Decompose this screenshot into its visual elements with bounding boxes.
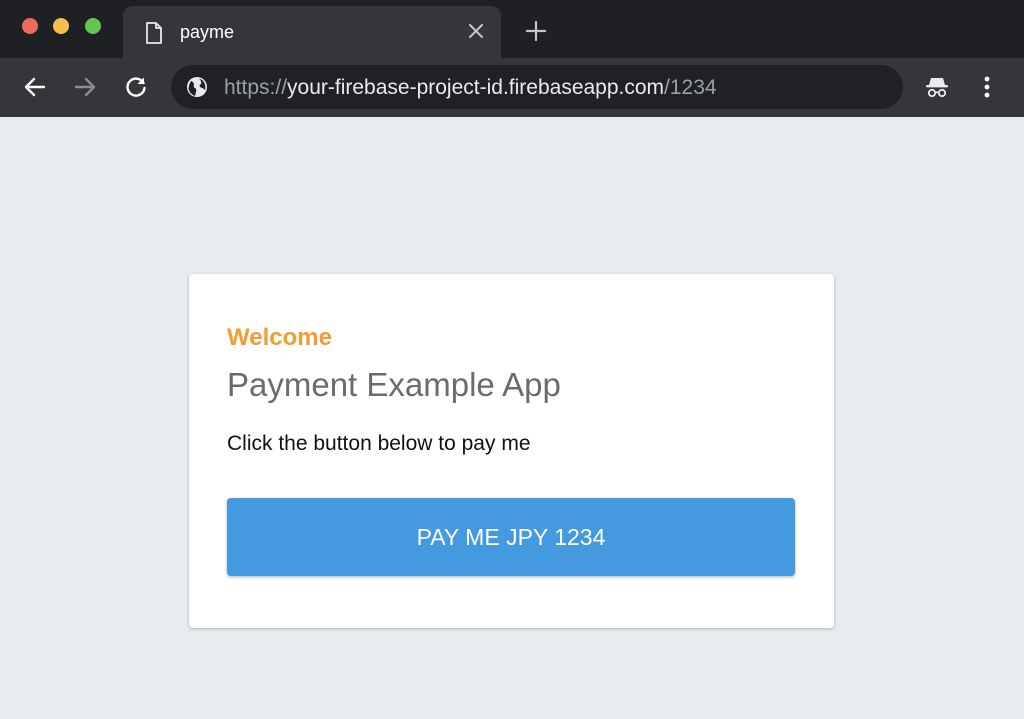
url-host: your-firebase-project-id.firebaseapp.com <box>287 76 665 99</box>
welcome-heading: Welcome <box>227 324 332 351</box>
tab-payme[interactable]: payme <box>123 6 501 58</box>
browser-toolbar: https://your-firebase-project-id.firebas… <box>0 58 1024 117</box>
reload-icon[interactable] <box>122 73 150 101</box>
page-content: Welcome Payment Example App Click the bu… <box>0 117 1024 719</box>
plus-icon[interactable] <box>524 19 548 43</box>
globe-icon[interactable] <box>186 76 208 98</box>
page-title: Payment Example App <box>227 366 561 403</box>
url-path: /1234 <box>664 76 717 99</box>
url-text[interactable]: https://your-firebase-project-id.firebas… <box>224 76 717 100</box>
description-text: Click the button below to pay me <box>227 432 531 455</box>
forward-arrow-icon[interactable] <box>71 73 99 101</box>
payment-card: Welcome Payment Example App Click the bu… <box>189 274 834 628</box>
pay-button[interactable]: PAY ME JPY 1234 <box>227 498 795 576</box>
close-window-button[interactable] <box>22 18 38 34</box>
minimize-window-button[interactable] <box>53 18 69 34</box>
url-scheme: https:// <box>224 76 288 99</box>
back-arrow-icon[interactable] <box>21 73 49 101</box>
tab-title: payme <box>180 22 235 42</box>
tab-strip: payme <box>0 0 1024 58</box>
maximize-window-button[interactable] <box>85 18 101 34</box>
document-icon <box>145 22 163 44</box>
kebab-menu-icon[interactable] <box>976 73 998 101</box>
close-icon[interactable] <box>465 20 487 42</box>
browser-window: payme https://your-firebase-project-id.f… <box>0 0 1024 719</box>
incognito-icon[interactable] <box>924 74 950 100</box>
address-bar[interactable]: https://your-firebase-project-id.firebas… <box>171 65 903 109</box>
